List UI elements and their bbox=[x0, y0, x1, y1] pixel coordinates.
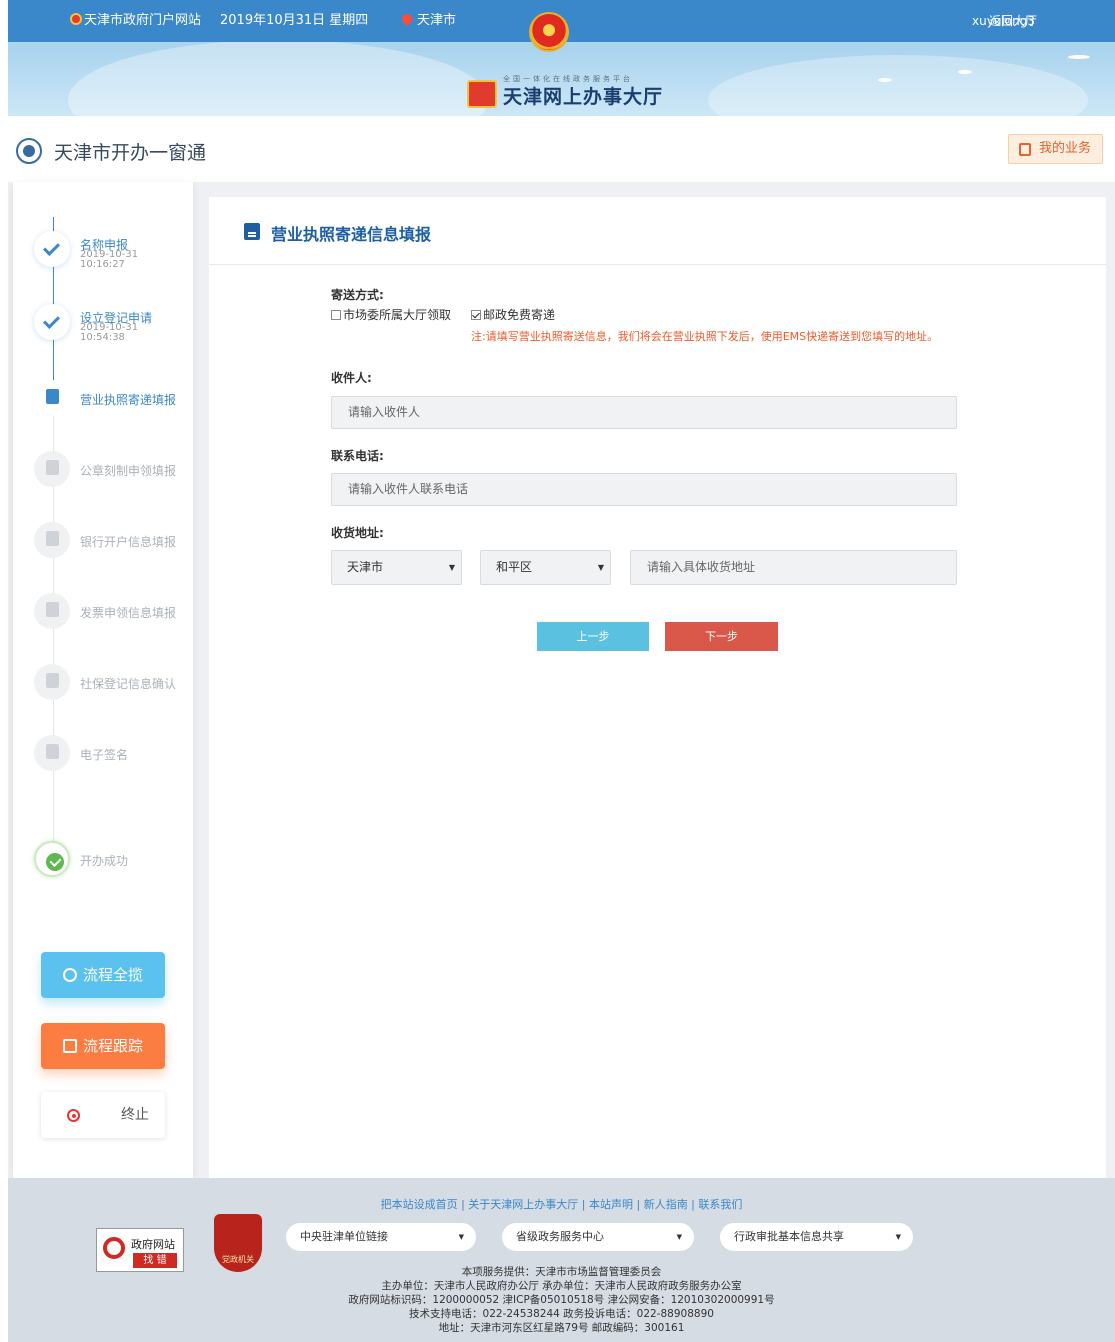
form-title: 营业执照寄递信息填报 bbox=[271, 225, 432, 244]
chevron-down-icon: ▼ bbox=[895, 1233, 901, 1241]
footer-links[interactable]: 把本站设成首页 | 关于天津网上办事大厅 | 本站声明 | 新人指南 | 联系我… bbox=[8, 1196, 1115, 1212]
footer-provider: 本项服务提供：天津市市场监督管理委员会 bbox=[461, 1266, 662, 1278]
step-circle bbox=[34, 593, 70, 629]
central-units-select[interactable]: 中央驻津单位链接 ▼ bbox=[286, 1223, 476, 1251]
check-icon bbox=[43, 312, 60, 329]
hall-logo[interactable]: 全国一体化在线政务服务平台 天津网上办事大厅 bbox=[467, 75, 664, 109]
process-tracking-button[interactable]: 流程跟踪 bbox=[41, 1023, 165, 1069]
delivery-method-label: 寄送方式: bbox=[331, 288, 384, 302]
step-label: 营业执照寄递填报 bbox=[80, 393, 177, 407]
form-panel: 营业执照寄递信息填报 寄送方式: 市场委所属大厅领取 邮政免费寄递 注:请填写营… bbox=[209, 197, 1106, 1178]
party-gov-badge[interactable]: 党政机关 bbox=[214, 1214, 262, 1272]
address-input[interactable]: 请输入具体收货地址 bbox=[630, 550, 957, 585]
page-header: 天津市开办一窗通 我的业务 bbox=[8, 116, 1115, 182]
pickup-option[interactable]: 市场委所属大厅领取 bbox=[331, 306, 451, 323]
step-label: 银行开户信息填报 bbox=[80, 535, 177, 549]
banner-decoration bbox=[68, 40, 488, 116]
my-business-button[interactable]: 我的业务 bbox=[1008, 134, 1103, 164]
document-icon bbox=[46, 389, 59, 404]
chevron-down-icon: ▼ bbox=[676, 1233, 682, 1241]
top-banner: 天津市政府门户网站 2019年10月31日 星期四 天津市 xuyulong3 … bbox=[8, 0, 1115, 116]
my-business-label: 我的业务 bbox=[1039, 141, 1092, 156]
bird-icon bbox=[878, 78, 892, 82]
pickup-checkbox[interactable] bbox=[331, 310, 341, 320]
portal-link[interactable]: 天津市政府门户网站 bbox=[70, 12, 201, 30]
provincial-center-select[interactable]: 省级政务服务中心 ▼ bbox=[502, 1223, 694, 1251]
bank-user-icon bbox=[46, 531, 59, 546]
city-select[interactable]: 天津市 ▼ bbox=[331, 550, 462, 585]
district-select[interactable]: 和平区 ▼ bbox=[480, 550, 611, 585]
phone-label: 联系电话: bbox=[331, 449, 384, 463]
pen-icon bbox=[46, 744, 59, 759]
footer: 把本站设成首页 | 关于天津网上办事大厅 | 本站声明 | 新人指南 | 联系我… bbox=[8, 1178, 1115, 1342]
bird-icon bbox=[1068, 55, 1090, 59]
form-icon bbox=[244, 223, 260, 240]
flow-icon bbox=[62, 1039, 77, 1053]
page-title: 天津市开办一窗通 bbox=[54, 142, 207, 164]
step-circle bbox=[34, 380, 70, 416]
back-to-hall-link[interactable]: 返回大厅 bbox=[989, 12, 1037, 30]
step-circle bbox=[34, 304, 70, 340]
step-circle bbox=[34, 451, 70, 487]
delivery-note: 注:请填写营业执照寄送信息，我们将会在营业执照下发后，使用EMS快递寄送到您填写… bbox=[471, 330, 939, 343]
hall-subtitle: 全国一体化在线政务服务平台 bbox=[503, 75, 633, 83]
approval-info-select[interactable]: 行政审批基本信息共享 ▼ bbox=[720, 1223, 913, 1251]
footer-phones: 技术支持电话：022-24538244 政务投诉电话：022-88908890 bbox=[409, 1308, 714, 1320]
prev-step-button[interactable]: 上一步 bbox=[537, 622, 649, 651]
social-security-icon bbox=[46, 673, 59, 688]
stop-icon bbox=[67, 1109, 80, 1122]
emblem-icon bbox=[70, 13, 82, 25]
chevron-down-icon: ▼ bbox=[597, 563, 604, 572]
post-option[interactable]: 邮政免费寄递 bbox=[471, 306, 555, 323]
step-circle bbox=[34, 522, 70, 558]
step-label: 电子签名 bbox=[80, 748, 129, 762]
chevron-down-icon: ▼ bbox=[458, 1233, 464, 1241]
step-label: 开办成功 bbox=[80, 854, 129, 868]
book-icon bbox=[1019, 143, 1031, 156]
next-step-button[interactable]: 下一步 bbox=[665, 622, 778, 651]
footer-organizer: 主办单位：天津市人民政府办公厅 承办单位：天津市人民政府政务服务办公室 bbox=[381, 1280, 742, 1292]
location-pin-icon bbox=[399, 11, 415, 27]
terminate-button[interactable]: 终止 bbox=[41, 1092, 165, 1138]
step-label: 公章刻制申领填报 bbox=[80, 464, 177, 478]
hall-logo-icon bbox=[467, 79, 497, 108]
badge-label: 政府网站 bbox=[131, 1238, 175, 1251]
national-emblem-icon bbox=[529, 12, 569, 52]
phone-input[interactable]: 请输入收件人联系电话 bbox=[331, 473, 957, 506]
brand-icon bbox=[16, 138, 42, 164]
step-label: 发票申领信息填报 bbox=[80, 606, 177, 620]
chevron-down-icon: ▼ bbox=[448, 563, 455, 572]
current-date: 2019年10月31日 星期四 bbox=[220, 13, 369, 28]
step-label: 社保登记信息确认 bbox=[80, 677, 177, 691]
footer-address: 地址：天津市河东区红星路79号 邮政编码：300161 bbox=[438, 1322, 685, 1334]
address-label: 收货地址: bbox=[331, 526, 384, 540]
city-selector[interactable]: 天津市 bbox=[399, 11, 456, 30]
banner-decoration bbox=[708, 55, 1088, 116]
recipient-input[interactable]: 请输入收件人 bbox=[331, 396, 957, 429]
magnifier-icon bbox=[103, 1237, 125, 1259]
step-circle bbox=[34, 231, 70, 267]
step-timestamp: 2019-10-31 10:54:38 bbox=[80, 322, 139, 343]
step-circle bbox=[34, 735, 70, 771]
step-timestamp: 2019-10-31 10:16:27 bbox=[80, 249, 139, 270]
city-label[interactable]: 天津市 bbox=[417, 13, 456, 28]
recipient-label: 收件人: bbox=[331, 371, 372, 385]
progress-sidebar: 名称申报 2019-10-31 10:16:27 设立登记申请 2019-10-3… bbox=[13, 182, 193, 1178]
terminate-label: 终止 bbox=[121, 1107, 149, 1123]
badge-label: 党政机关 bbox=[222, 1255, 254, 1264]
invoice-icon bbox=[46, 602, 59, 617]
process-overview-button[interactable]: 流程全揽 bbox=[41, 952, 165, 998]
footer-identifiers: 政府网站标识码：1200000052 津ICP备05010518号 津公网安备：… bbox=[348, 1294, 775, 1306]
cycle-icon bbox=[62, 968, 77, 982]
seal-icon bbox=[46, 460, 59, 475]
bird-icon bbox=[958, 70, 972, 74]
success-icon bbox=[46, 853, 64, 871]
hall-title: 天津网上办事大厅 bbox=[503, 86, 664, 108]
portal-label[interactable]: 天津市政府门户网站 bbox=[84, 13, 201, 28]
post-checkbox[interactable] bbox=[471, 310, 481, 320]
step-circle bbox=[34, 841, 70, 877]
step-circle bbox=[34, 664, 70, 700]
check-icon bbox=[43, 239, 60, 256]
panel-header: 营业执照寄递信息填报 bbox=[209, 197, 1106, 265]
